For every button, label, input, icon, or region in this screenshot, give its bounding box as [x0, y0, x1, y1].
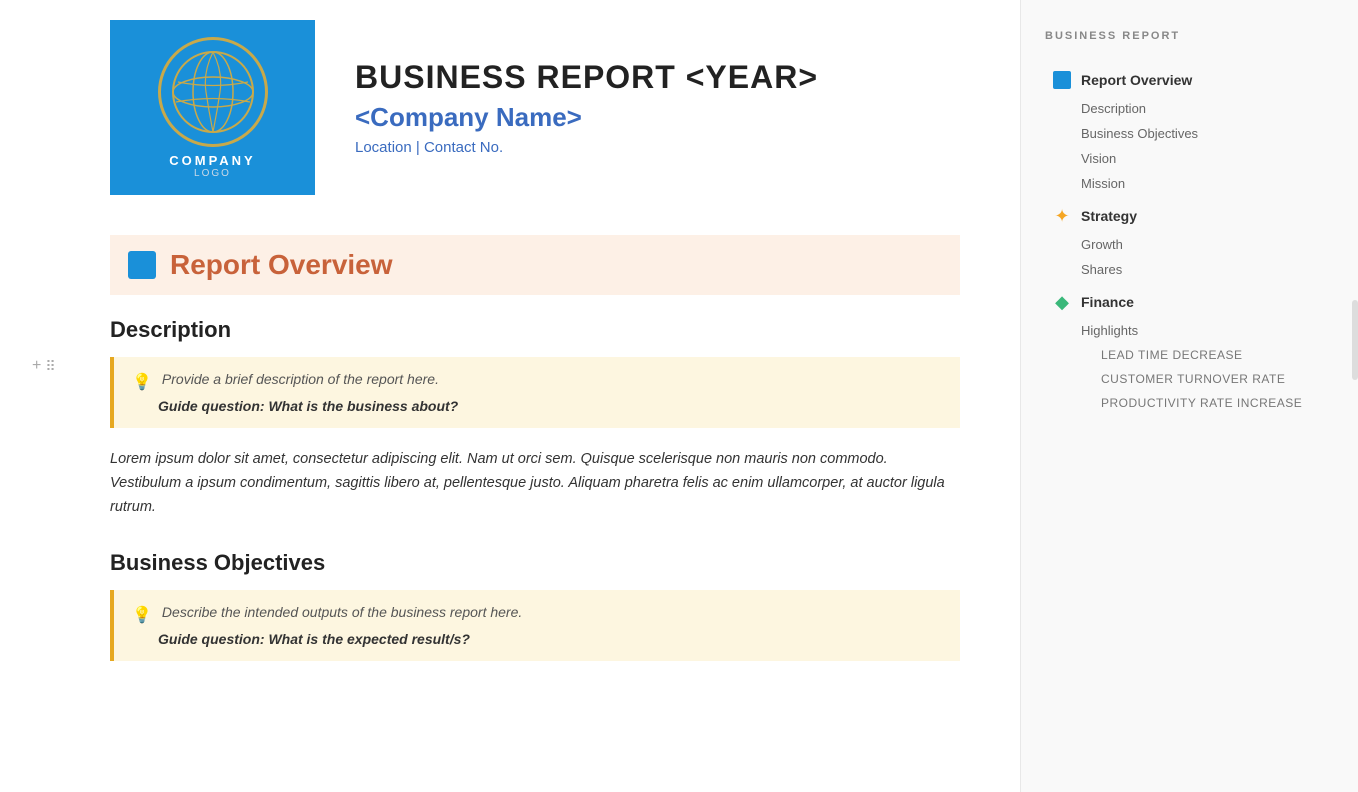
- nav-productivity-rate-increase[interactable]: PRODUCTIVITY RATE INCREASE: [1045, 391, 1334, 415]
- nav-section-report-overview: Report Overview Description Business Obj…: [1045, 64, 1334, 196]
- blue-square-icon: [1053, 71, 1071, 89]
- nav-lead-time-decrease[interactable]: LEAD TIME DECREASE: [1045, 343, 1334, 367]
- nav-report-overview[interactable]: Report Overview: [1045, 64, 1334, 96]
- header-info: BUSINESS REPORT <YEAR> <Company Name> Lo…: [355, 59, 818, 156]
- logo-circle: [158, 37, 268, 147]
- logo-globe-icon: [168, 47, 258, 137]
- plus-icon[interactable]: +: [32, 357, 41, 375]
- header: COMPANY LOGO BUSINESS REPORT <YEAR> <Com…: [110, 0, 960, 225]
- tip-bold-1: Guide question: What is the business abo…: [132, 398, 942, 414]
- nav-strategy[interactable]: ✦ Strategy: [1045, 200, 1334, 232]
- logo-box: COMPANY LOGO: [110, 20, 315, 195]
- description-heading: Description: [110, 317, 960, 343]
- nav-description[interactable]: Description: [1045, 96, 1334, 121]
- nav-strategy-label: Strategy: [1081, 208, 1137, 224]
- nav-section-strategy: ✦ Strategy Growth Shares: [1045, 200, 1334, 282]
- logo-company-text: COMPANY: [169, 153, 255, 168]
- business-objectives-section: Business Objectives 💡 Describe the inten…: [110, 550, 960, 661]
- nav-customer-turnover-rate[interactable]: CUSTOMER TURNOVER RATE: [1045, 367, 1334, 391]
- description-tip-box: 💡 Provide a brief description of the rep…: [110, 357, 960, 428]
- nav-business-objectives[interactable]: Business Objectives: [1045, 121, 1334, 146]
- tip-bold-2: Guide question: What is the expected res…: [132, 631, 942, 647]
- logo-subtext: LOGO: [194, 168, 231, 179]
- nav-shares[interactable]: Shares: [1045, 257, 1334, 282]
- tip-text-1: Provide a brief description of the repor…: [162, 371, 439, 387]
- report-title: BUSINESS REPORT <YEAR>: [355, 59, 818, 96]
- location-contact: Location | Contact No.: [355, 139, 818, 156]
- drag-icon[interactable]: ⠿: [45, 358, 55, 375]
- nav-section-finance: ◆ Finance Highlights LEAD TIME DECREASE …: [1045, 286, 1334, 415]
- tip-row-2: 💡 Describe the intended outputs of the b…: [132, 604, 942, 625]
- diamond-icon: ◆: [1053, 293, 1071, 311]
- section-title: Report Overview: [170, 249, 393, 281]
- objectives-tip-box: 💡 Describe the intended outputs of the b…: [110, 590, 960, 661]
- edit-handle[interactable]: + ⠿: [32, 357, 56, 375]
- company-name: <Company Name>: [355, 102, 818, 133]
- nav-report-overview-label: Report Overview: [1081, 72, 1192, 88]
- sparkle-icon: ✦: [1053, 207, 1071, 225]
- nav-highlights[interactable]: Highlights: [1045, 318, 1334, 343]
- description-section: Description 💡 Provide a brief descriptio…: [110, 317, 960, 520]
- tip-text-2: Describe the intended outputs of the bus…: [162, 604, 522, 620]
- nav-finance-label: Finance: [1081, 294, 1134, 310]
- tip-row-1: 💡 Provide a brief description of the rep…: [132, 371, 942, 392]
- scrollbar[interactable]: [1352, 300, 1358, 380]
- bulb-icon-2: 💡: [132, 605, 152, 625]
- sidebar: BUSINESS REPORT Report Overview Descript…: [1020, 0, 1358, 792]
- nav-finance[interactable]: ◆ Finance: [1045, 286, 1334, 318]
- lorem-ipsum-text: Lorem ipsum dolor sit amet, consectetur …: [110, 448, 960, 520]
- nav-mission[interactable]: Mission: [1045, 171, 1334, 196]
- report-overview-header: Report Overview: [110, 235, 960, 295]
- sidebar-title: BUSINESS REPORT: [1045, 30, 1334, 42]
- bulb-icon: 💡: [132, 372, 152, 392]
- section-icon: [128, 251, 156, 279]
- nav-growth[interactable]: Growth: [1045, 232, 1334, 257]
- nav-vision[interactable]: Vision: [1045, 146, 1334, 171]
- sidebar-nav: Report Overview Description Business Obj…: [1045, 64, 1334, 419]
- business-objectives-heading: Business Objectives: [110, 550, 960, 576]
- main-content: COMPANY LOGO BUSINESS REPORT <YEAR> <Com…: [0, 0, 1020, 792]
